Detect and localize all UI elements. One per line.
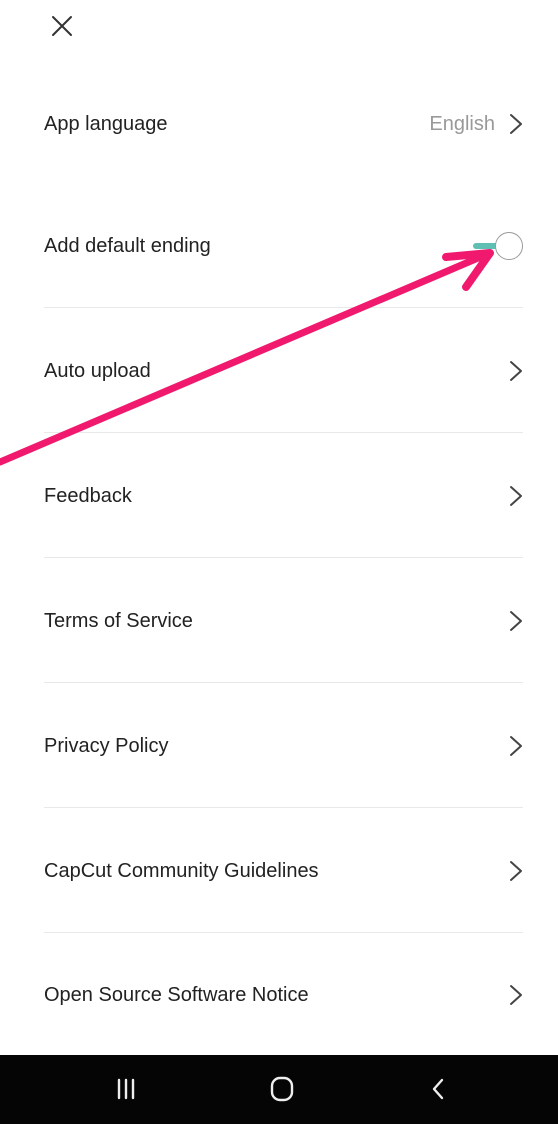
settings-row-auto-upload[interactable]: Auto upload — [44, 351, 523, 391]
toggle-knob — [495, 232, 523, 260]
row-label: App language — [44, 112, 168, 135]
divider — [44, 307, 523, 308]
chevron-right-icon — [510, 985, 522, 1005]
settings-row-open-source-notice[interactable]: Open Source Software Notice — [44, 975, 523, 1015]
home-button[interactable] — [262, 1072, 302, 1106]
chevron-right-icon — [510, 861, 522, 881]
row-label: CapCut Community Guidelines — [44, 859, 319, 882]
row-label: Feedback — [44, 484, 132, 507]
chevron-right-icon — [510, 114, 522, 134]
back-button[interactable] — [418, 1072, 458, 1106]
settings-row-app-language[interactable]: App language English — [44, 104, 523, 144]
divider — [44, 432, 523, 433]
chevron-right-icon — [510, 361, 522, 381]
divider — [44, 682, 523, 683]
chevron-right-icon — [510, 611, 522, 631]
close-button[interactable] — [44, 8, 80, 44]
settings-row-terms-of-service[interactable]: Terms of Service — [44, 601, 523, 641]
default-ending-toggle[interactable] — [471, 232, 523, 260]
system-nav-bar — [0, 1055, 558, 1124]
home-icon — [270, 1076, 294, 1102]
chevron-right-icon — [510, 736, 522, 756]
settings-row-feedback[interactable]: Feedback — [44, 476, 523, 516]
settings-row-add-default-ending: Add default ending — [44, 226, 523, 266]
chevron-right-icon — [510, 486, 522, 506]
divider — [44, 557, 523, 558]
divider — [44, 932, 523, 933]
recent-apps-icon — [117, 1078, 135, 1100]
settings-row-privacy-policy[interactable]: Privacy Policy — [44, 726, 523, 766]
row-label: Add default ending — [44, 234, 211, 257]
row-label: Terms of Service — [44, 609, 193, 632]
annotation-arrow — [0, 249, 494, 466]
divider — [44, 807, 523, 808]
language-value: English — [429, 112, 495, 135]
row-label: Open Source Software Notice — [44, 983, 309, 1006]
row-label: Auto upload — [44, 359, 151, 382]
recent-apps-button[interactable] — [106, 1072, 146, 1106]
close-icon — [52, 16, 72, 36]
back-icon — [432, 1078, 444, 1100]
settings-row-community-guidelines[interactable]: CapCut Community Guidelines — [44, 851, 523, 891]
row-label: Privacy Policy — [44, 734, 169, 757]
